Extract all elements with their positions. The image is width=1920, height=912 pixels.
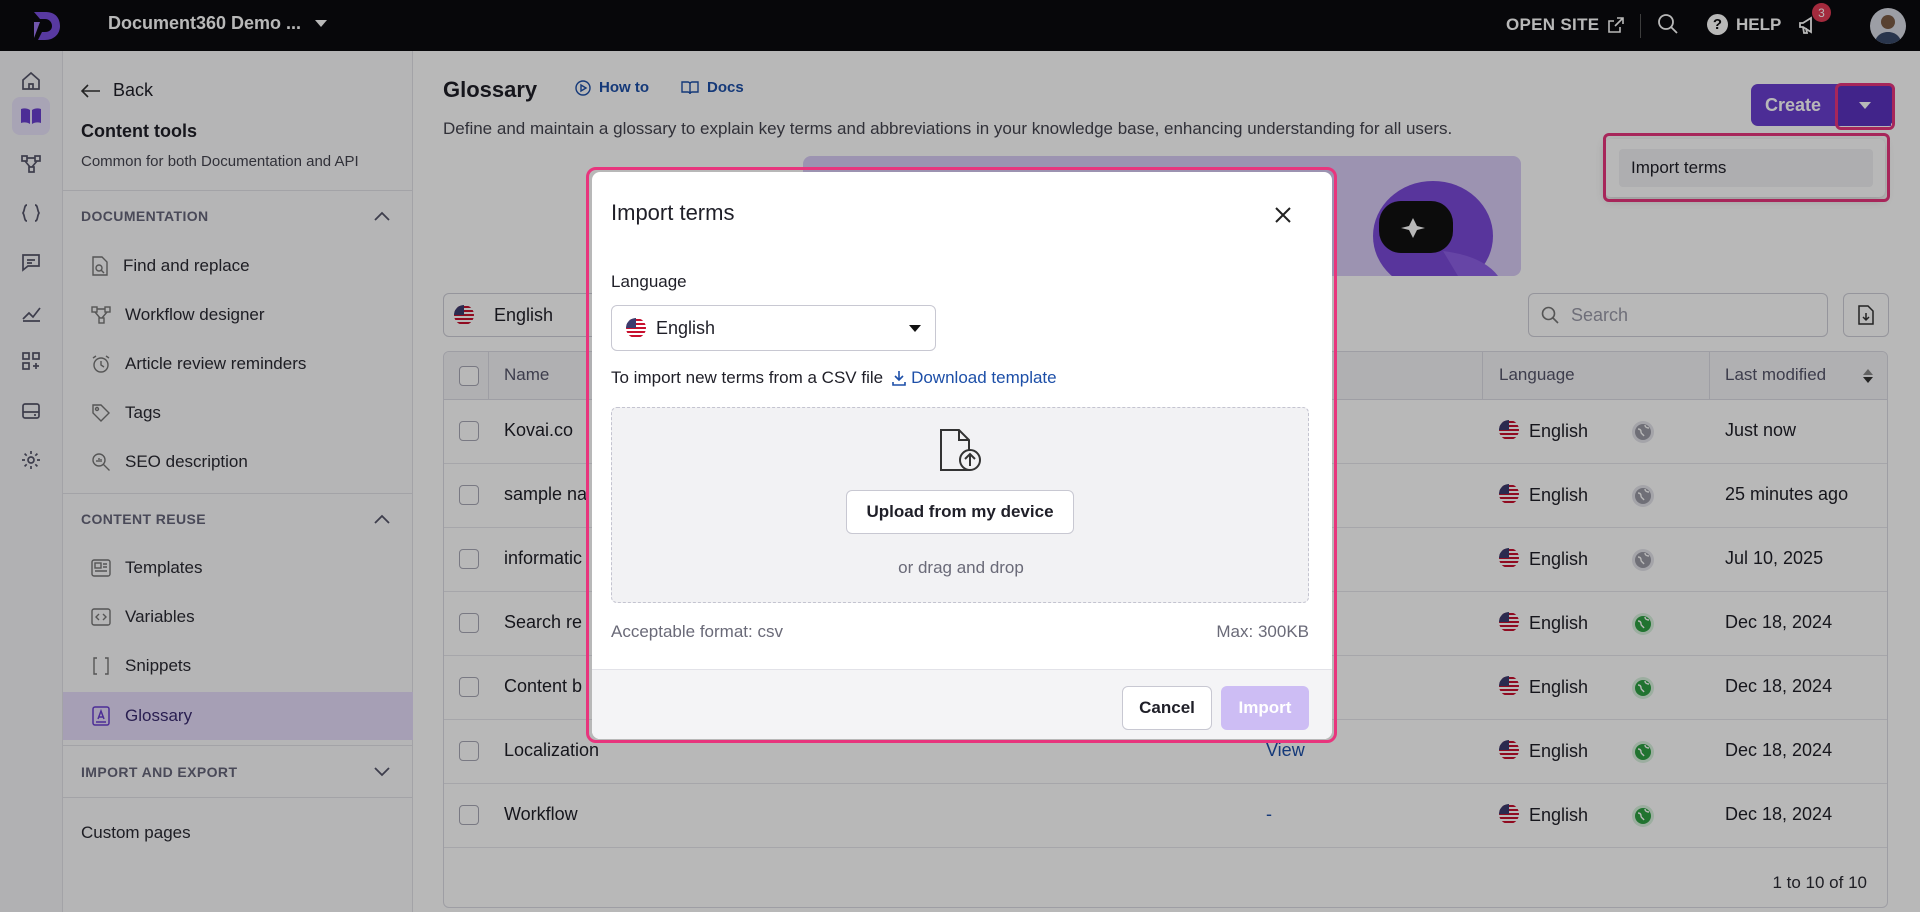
close-icon[interactable] [1274,206,1292,224]
cancel-button[interactable]: Cancel [1122,686,1212,730]
language-select[interactable]: English [611,305,936,351]
import-button[interactable]: Import [1221,686,1309,730]
format-hint: Acceptable format: csv [611,622,783,641]
us-flag-icon [626,318,646,338]
import-terms-dialog: Import terms Language English To import … [592,172,1332,739]
language-field-label: Language [611,272,687,291]
file-dropzone[interactable]: Upload from my device or drag and drop [611,407,1309,603]
dialog-footer: Cancel Import [592,669,1332,739]
download-template-label: Download template [911,368,1057,387]
file-upload-icon [940,429,981,471]
language-select-value: English [656,317,716,338]
chevron-down-icon [909,325,921,332]
import-instructions: To import new terms from a CSV file Down… [611,368,1057,388]
download-icon [892,371,906,386]
import-instructions-text: To import new terms from a CSV file [611,368,884,387]
drag-drop-hint: or drag and drop [898,558,1024,577]
download-template-link[interactable]: Download template [891,368,1057,388]
max-size-hint: Max: 300KB [1216,622,1309,641]
upload-from-device-button[interactable]: Upload from my device [846,490,1074,534]
dialog-title: Import terms [611,200,735,225]
